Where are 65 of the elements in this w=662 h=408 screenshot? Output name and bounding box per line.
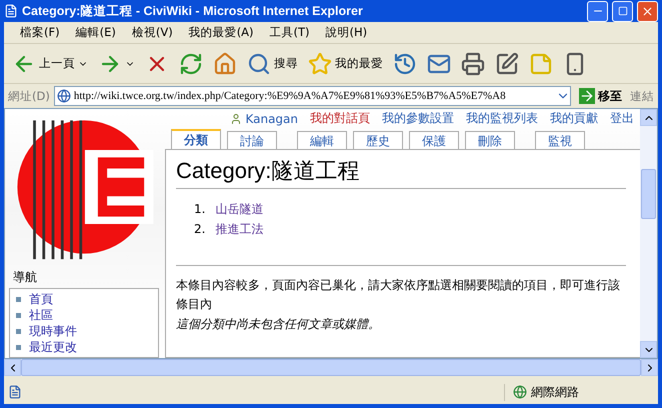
page-tab[interactable]: 刪除 xyxy=(465,131,515,149)
star-icon xyxy=(308,52,332,76)
scroll-down-button[interactable] xyxy=(640,341,657,358)
note-icon xyxy=(529,52,553,76)
personal-link[interactable]: 我的貢獻 xyxy=(550,110,598,127)
page-tab[interactable]: 保護 xyxy=(409,131,459,149)
nav-link[interactable]: 社區 xyxy=(16,307,152,323)
edit-icon xyxy=(495,52,519,76)
page-heading: Category:隧道工程 xyxy=(176,156,626,189)
close-button[interactable] xyxy=(637,0,658,22)
toolbar-button[interactable]: 搜尋 xyxy=(245,50,300,78)
scroll-right-button[interactable] xyxy=(641,359,658,376)
links-label[interactable]: 連結 xyxy=(630,88,654,104)
globe-icon xyxy=(56,89,71,103)
address-label: 網址(D) xyxy=(8,88,50,104)
scroll-thumb[interactable] xyxy=(641,168,656,218)
article-link[interactable]: 山岳隧道 xyxy=(215,200,264,218)
ie-page-icon xyxy=(4,4,18,18)
home-icon xyxy=(213,52,237,76)
personal-link[interactable]: Kanagan xyxy=(230,110,298,127)
history-icon xyxy=(393,52,417,76)
menu-item[interactable]: 說明(H) xyxy=(318,25,376,40)
toolbar-button[interactable]: 上一頁 xyxy=(10,50,90,78)
scroll-up-button[interactable] xyxy=(640,109,657,126)
page-tab[interactable]: 分類 xyxy=(171,129,221,149)
menu-item[interactable]: 檢視(V) xyxy=(124,25,181,40)
empty-category-note: 這個分類中尚未包含任何文章或媒體。 xyxy=(176,316,381,333)
go-button[interactable]: 移至 xyxy=(575,88,626,104)
page-tab[interactable]: 歷史 xyxy=(353,131,403,149)
page-tab[interactable]: 討論 xyxy=(227,131,277,149)
page-icon xyxy=(8,385,22,399)
nav-heading: 導航 xyxy=(13,269,38,286)
page-tab[interactable]: 編輯 xyxy=(297,131,347,149)
list-number: 1. xyxy=(194,202,206,216)
close-icon xyxy=(641,4,654,18)
list-number: 2. xyxy=(194,222,206,236)
scroll-left-button[interactable] xyxy=(4,359,21,376)
search-icon xyxy=(247,52,271,76)
nav-link[interactable]: 首頁 xyxy=(16,291,152,307)
address-field[interactable]: http://wiki.twce.org.tw/index.php/Category:%E9%9A%A7%E9%81%93%E5%B7%A5%E7%A8 xyxy=(54,86,571,106)
vertical-scrollbar[interactable] xyxy=(640,109,657,358)
maximize-button[interactable] xyxy=(612,0,633,22)
maximize-icon xyxy=(618,6,628,16)
toolbar-button[interactable]: 我的最愛 xyxy=(306,50,385,78)
printer-icon xyxy=(461,52,485,76)
user-icon xyxy=(230,112,242,124)
article-link[interactable]: 推進工法 xyxy=(215,220,264,238)
menu-item[interactable]: 工具(T) xyxy=(262,25,318,40)
personal-link[interactable]: 我的對話頁 xyxy=(310,110,370,127)
globe-icon xyxy=(513,385,527,399)
notice-text: 本條目內容較多，頁面內容已巢化，請大家依序點選相關要閱讀的項目，即可進行該條目內 xyxy=(176,277,621,313)
nav-link[interactable]: 最近更改 xyxy=(16,339,152,355)
refresh-icon xyxy=(179,52,203,76)
arrow-right-icon xyxy=(579,88,595,104)
minimize-button[interactable] xyxy=(587,0,608,22)
page-tab[interactable]: 監視 xyxy=(535,131,585,149)
zone-label: 網際網路 xyxy=(504,384,654,400)
personal-link[interactable]: 登出 xyxy=(610,110,634,127)
window-title: Category:隧道工程 - CiviWiki - Microsoft Internet Explorer xyxy=(22,2,364,20)
menu-item[interactable]: 我的最愛(A) xyxy=(180,25,262,40)
nav-link[interactable]: 現時事件 xyxy=(16,323,152,339)
menu-item[interactable]: 編輯(E) xyxy=(68,25,124,40)
personal-link[interactable]: 我的參數設置 xyxy=(382,110,454,127)
menu-item[interactable]: 檔案(F) xyxy=(12,25,68,40)
personal-link[interactable]: 我的監視列表 xyxy=(466,110,538,127)
